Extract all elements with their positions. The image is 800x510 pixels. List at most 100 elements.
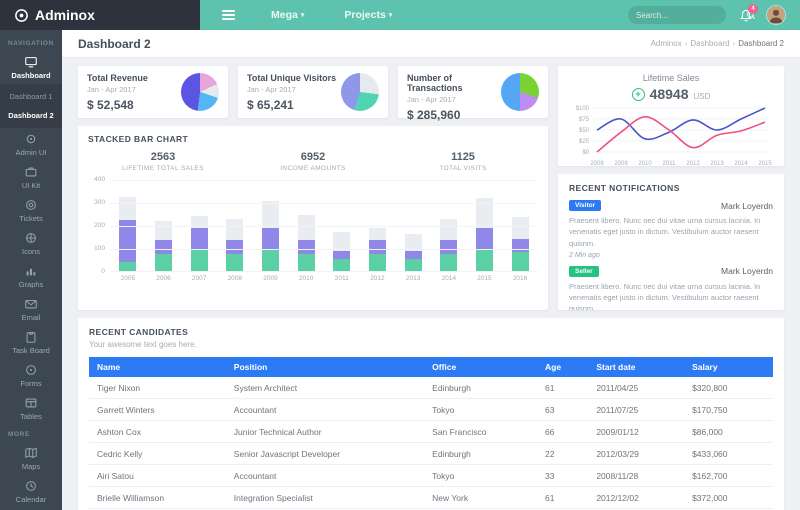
svg-text:2009: 2009 [614,161,628,167]
sidebar-item-graphs[interactable]: Graphs [0,260,62,293]
table-row: Garrett WintersAccountantTokyo632011/07/… [89,399,773,421]
sidebar-item-ui-kit[interactable]: UI Kit [0,161,62,194]
column-header-salary[interactable]: Salary [684,357,773,377]
sidebar-item-label: UI Kit [22,181,40,190]
column-header-position[interactable]: Position [226,357,424,377]
breadcrumb-item: Dashboard 2 [738,39,784,48]
notifications-bell-icon[interactable]: 4 [739,8,753,23]
table-cell: Tokyo [424,399,537,421]
svg-text:$50: $50 [579,128,590,134]
x-axis-tick-label: 2012 [369,275,386,282]
stat-card-text: Total RevenueJan - Apr 2017$ 52,548 [87,73,148,112]
svg-text:2012: 2012 [686,161,700,167]
stacked-bar[interactable] [333,232,350,272]
svg-text:2013: 2013 [710,161,724,167]
sidebar-item-label: Dashboard [11,71,50,80]
stacked-bar[interactable] [476,198,493,272]
breadcrumb-item[interactable]: Dashboard [690,39,729,48]
lifetime-sales-value: 48948 [650,86,689,102]
sidebar-item-tickets[interactable]: Tickets [0,194,62,227]
search-input[interactable] [636,11,746,20]
stacked-bar[interactable] [369,228,386,272]
stacked-bar-chart-title: STACKED BAR CHART [88,134,538,144]
recent-candidates-title: RECENT CANDIDATES [89,327,773,337]
menu-item-mega[interactable]: Mega▾ [271,9,304,21]
target-icon [24,363,38,377]
user-avatar[interactable] [766,5,786,25]
sidebar-item-label: Task Board [12,346,50,355]
stacked-bar[interactable] [440,219,457,272]
brand-logo[interactable]: Adminox [0,0,200,30]
notification-item[interactable]: VisitorMark LoyerdnPraesent libero. Nunc… [569,200,773,259]
gridline [110,226,538,227]
stacked-bar[interactable] [262,201,279,272]
table-cell: $320,800 [684,377,773,399]
stat-card-text: Total Unique VisitorsJan - Apr 2017$ 65,… [247,73,336,112]
y-axis-tick-label: 200 [94,222,105,229]
stacked-bar[interactable] [155,221,172,272]
top-navigation: Mega▾ Projects▾ 4 [200,0,800,30]
stacked-bar[interactable] [405,234,422,272]
bar-segment-top [226,219,243,240]
sidebar-item-icons[interactable]: Icons [0,227,62,260]
top-menu: Mega▾ Projects▾ [271,9,392,21]
sidebar-item-calendar[interactable]: Calendar [0,475,62,508]
sidebar-item-tables[interactable]: Tables [0,392,62,425]
table-cell: New York [424,487,537,509]
bar-chart-stat-value: 1125 [388,151,538,163]
stat-card-title: Total Revenue [87,73,148,83]
column-header-start-date[interactable]: Start date [588,357,684,377]
sidebar-item-label: Forms [20,379,41,388]
table-cell: 22 [537,443,588,465]
table-cell: Cedric Kelly [89,443,226,465]
bar-segment-bottom [440,254,457,272]
notification-header: VisitorMark Loyerdn [569,200,773,211]
sidebar-item-admin-ui[interactable]: Admin UI [0,128,62,161]
gridline [110,203,538,204]
sidebar-item-email[interactable]: Email [0,293,62,326]
stacked-bar[interactable] [226,219,243,272]
sidebar-nav: NAVIGATIONDashboardDashboard 1Dashboard … [0,30,62,510]
table-cell: San Francisco [424,421,537,443]
recent-candidates-card: RECENT CANDIDATES Your awesome text goes… [78,318,784,510]
notification-item[interactable]: SellerMark LoyerdnPraesent libero. Nunc … [569,266,773,310]
pie-chart [341,73,379,111]
stat-card-period: Jan - Apr 2017 [87,85,148,94]
page-content: Total RevenueJan - Apr 2017$ 52,548Total… [62,58,800,510]
stacked-bar[interactable] [191,216,208,272]
bar-chart-stat-value: 6952 [238,151,388,163]
x-axis-tick-label: 2013 [405,275,422,282]
svg-text:2008: 2008 [590,161,604,167]
sidebar-item-dashboard-1[interactable]: Dashboard 1 [0,87,62,106]
table-cell: 2012/03/29 [588,443,684,465]
bar-segment-bottom [155,254,172,272]
sidebar-item-forms[interactable]: Forms [0,359,62,392]
column-header-office[interactable]: Office [424,357,537,377]
table-cell: Accountant [226,465,424,487]
bar-chart-stat: 6952INCOME AMOUNTS [238,151,388,172]
table-cell: Edinburgh [424,377,537,399]
table-cell: 33 [537,465,588,487]
stacked-bar[interactable] [119,197,136,272]
column-header-name[interactable]: Name [89,357,226,377]
menu-toggle-icon[interactable] [222,10,235,20]
sidebar-item-dashboard[interactable]: Dashboard [0,51,62,84]
notification-header: SellerMark Loyerdn [569,266,773,277]
breadcrumb-item[interactable]: Adminox [651,39,682,48]
column-header-age[interactable]: Age [537,357,588,377]
pie-chart [501,73,539,111]
sidebar-item-dashboard-2[interactable]: Dashboard 2 [0,106,62,125]
sidebar-item-label: Admin UI [16,148,47,157]
svg-text:$25: $25 [579,139,590,145]
map-icon [24,446,38,460]
y-axis-tick-label: 100 [94,245,105,252]
sidebar-item-task-board[interactable]: Task Board [0,326,62,359]
sidebar-item-label: Calendar [16,495,46,504]
bar-segment-middle [191,228,208,249]
candidates-table-body: Tiger NixonSystem ArchitectEdinburgh6120… [89,377,773,510]
bar-chart-plot [110,180,538,272]
menu-item-projects[interactable]: Projects▾ [344,9,392,21]
stacked-bar[interactable] [298,215,315,272]
sidebar-item-maps[interactable]: Maps [0,442,62,475]
stat-card-title: Total Unique Visitors [247,73,336,83]
